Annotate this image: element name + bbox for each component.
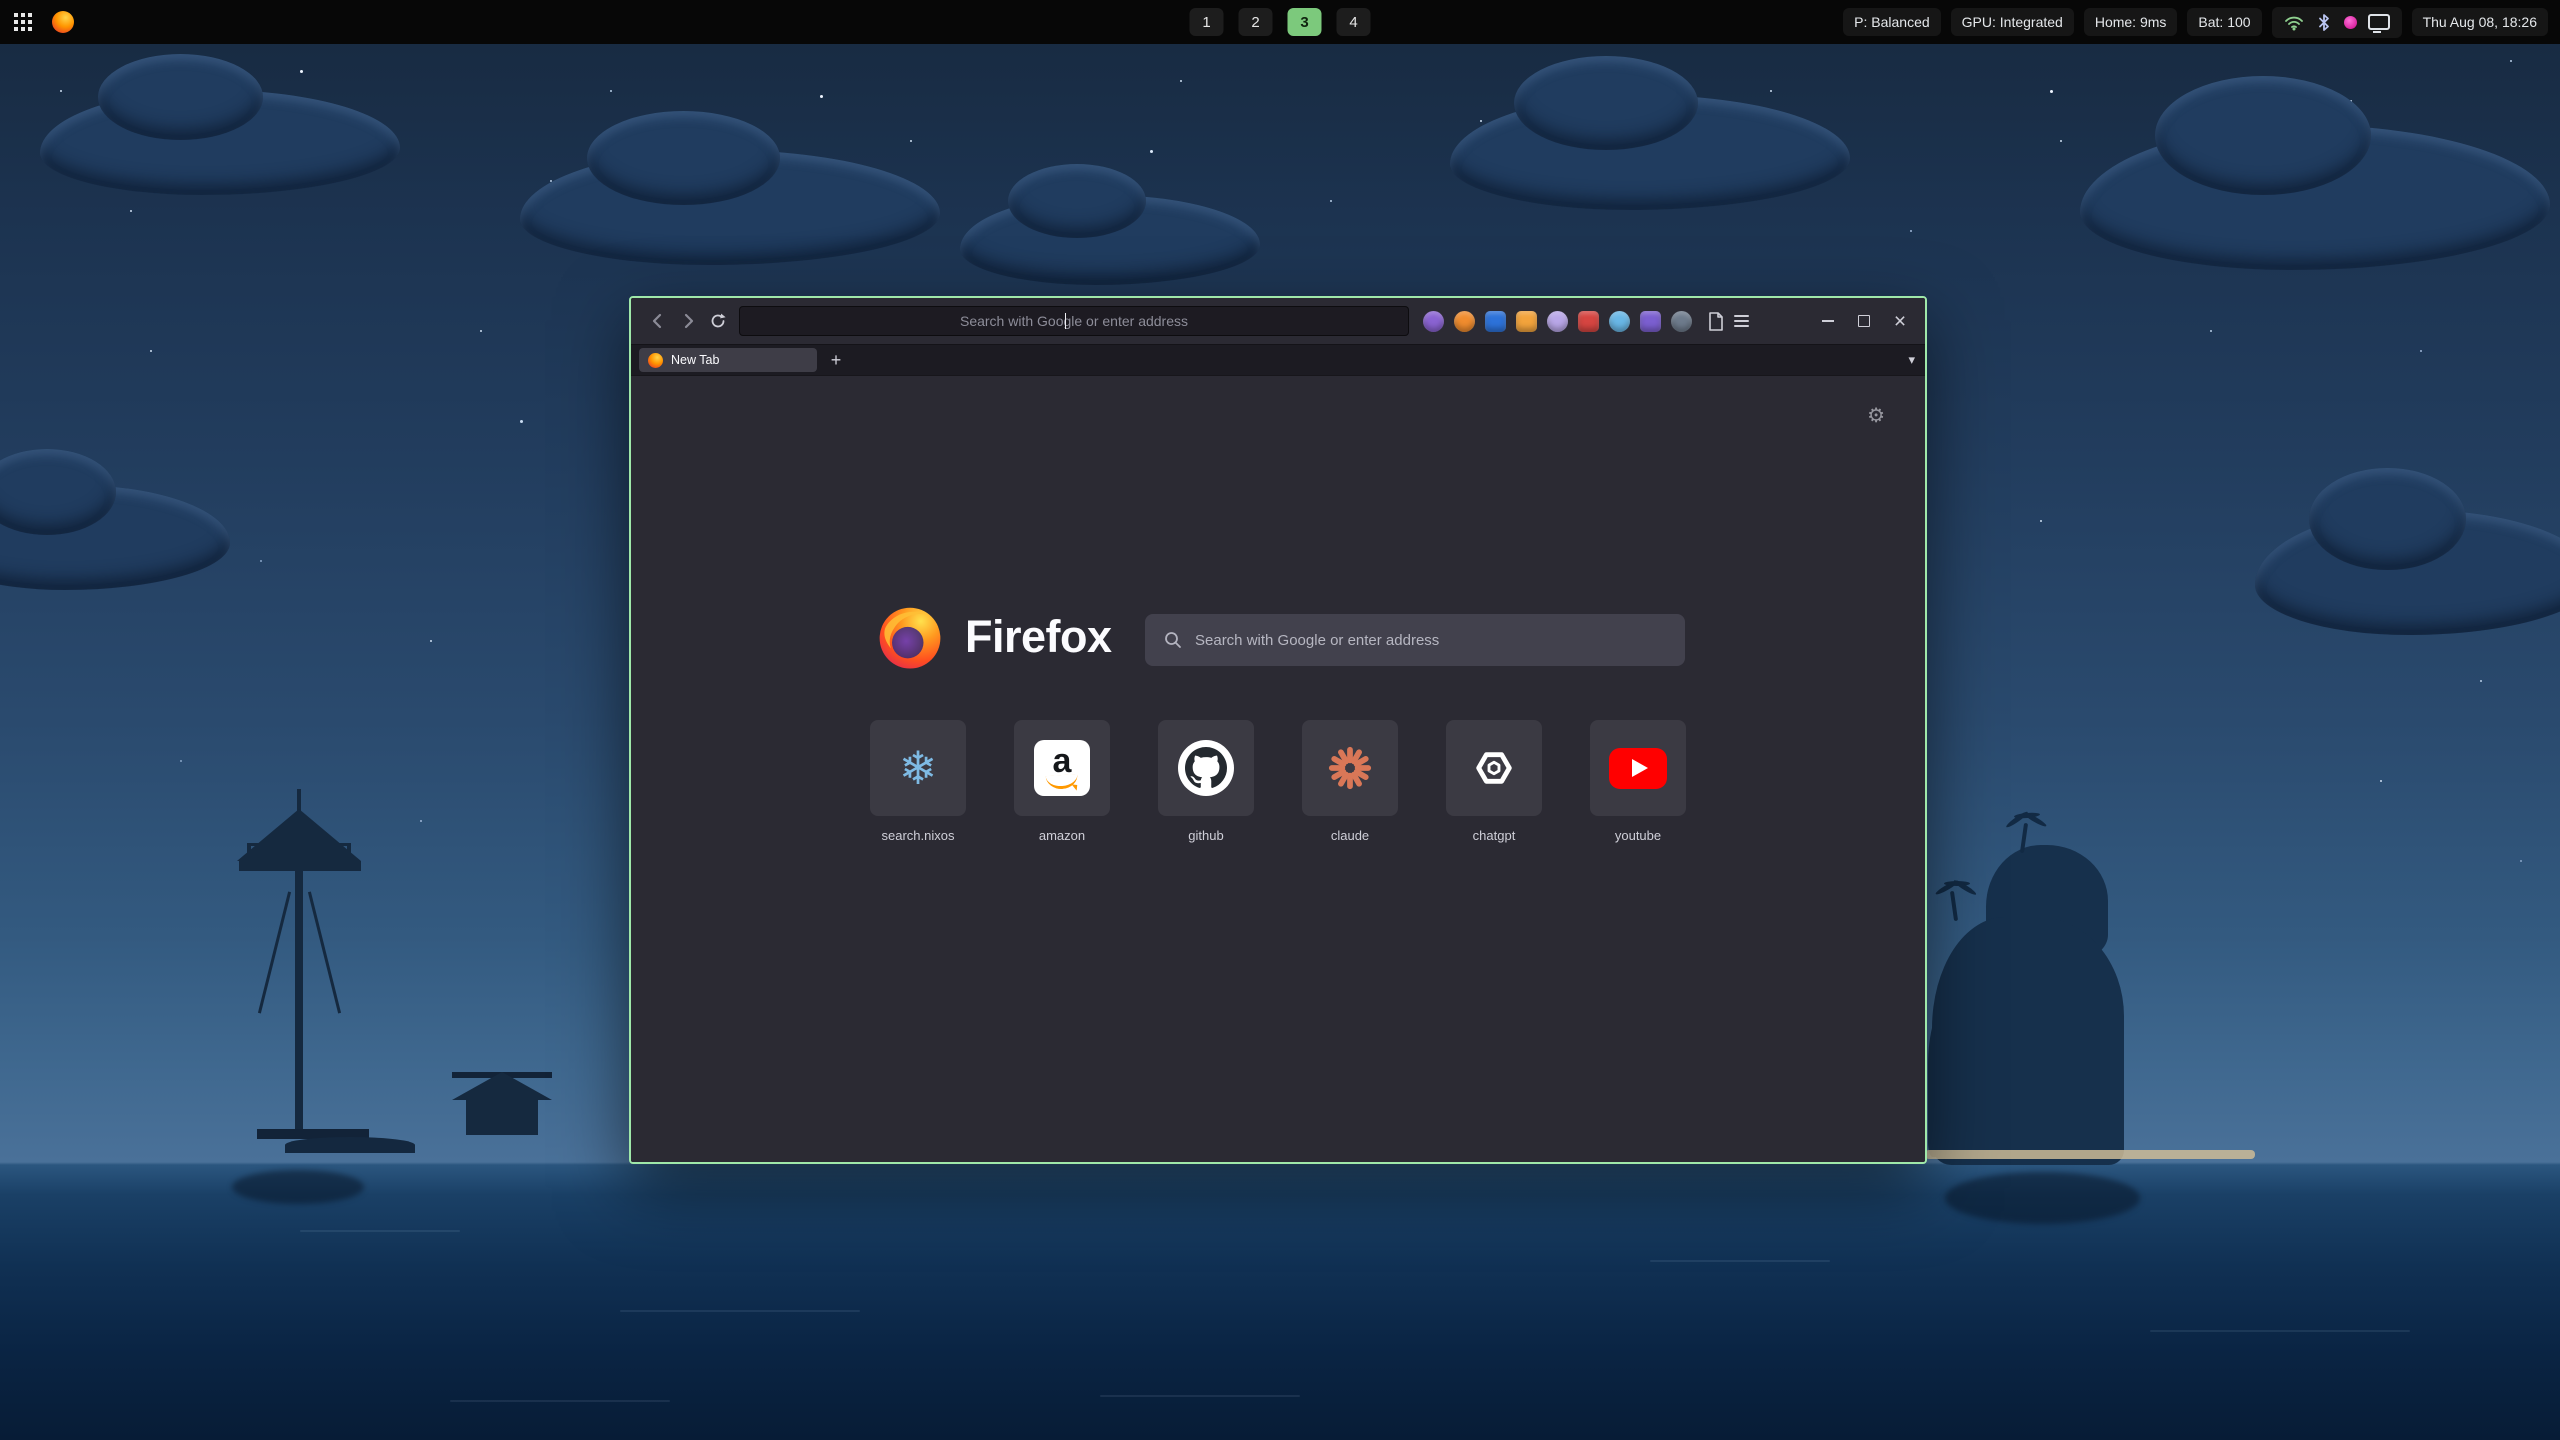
- shortcut-amazon[interactable]: a amazon: [1014, 720, 1110, 843]
- github-icon: [1178, 740, 1234, 796]
- purple-extension-icon[interactable]: [1640, 311, 1661, 332]
- menu-button[interactable]: [1728, 308, 1754, 334]
- youtube-icon: [1609, 748, 1667, 789]
- reload-button[interactable]: [703, 306, 733, 336]
- search-placeholder: Search with Google or enter address: [1195, 632, 1439, 649]
- chatgpt-icon: [1471, 745, 1517, 791]
- close-button[interactable]: [1887, 308, 1913, 334]
- gpu-status: GPU: Integrated: [1951, 8, 2074, 36]
- firefox-launcher-icon[interactable]: [52, 11, 74, 33]
- nixos-snowflake-icon: [899, 745, 938, 791]
- page-actions-button[interactable]: [1702, 308, 1728, 334]
- cloud: [960, 195, 1260, 285]
- page-icon: [1706, 311, 1725, 332]
- latency-status: Home: 9ms: [2084, 8, 2178, 36]
- power-profile-status: P: Balanced: [1843, 8, 1941, 36]
- shortcut-label: amazon: [1039, 828, 1085, 843]
- shortcut-label: claude: [1331, 828, 1369, 843]
- lavender-extension-icon[interactable]: [1547, 311, 1568, 332]
- list-all-tabs-chevron-icon[interactable]: [1908, 345, 1915, 375]
- violet-extension-icon[interactable]: [1423, 311, 1444, 332]
- maximize-button[interactable]: [1851, 308, 1877, 334]
- reload-icon: [709, 312, 727, 330]
- battery-status: Bat: 100: [2187, 8, 2261, 36]
- shortcut-youtube[interactable]: youtube: [1590, 720, 1686, 843]
- newtab-search-input[interactable]: Search with Google or enter address: [1145, 614, 1685, 666]
- claude-icon: [1327, 745, 1373, 791]
- tab-title: New Tab: [671, 353, 719, 367]
- beach-sand: [1925, 1150, 2255, 1159]
- shortcut-label: chatgpt: [1473, 828, 1516, 843]
- cloud: [2255, 510, 2560, 635]
- workspace-button-4[interactable]: 4: [1337, 8, 1371, 36]
- browser-toolbar: Search with Google or enter address: [631, 298, 1925, 344]
- firefox-logo: [874, 601, 946, 673]
- islet-silhouette: [285, 1137, 415, 1153]
- watchtower-silhouette: [215, 795, 390, 1147]
- slate-extension-icon[interactable]: [1671, 311, 1692, 332]
- system-tray: [2272, 7, 2402, 38]
- red-extension-icon[interactable]: [1578, 311, 1599, 332]
- island-silhouette: [1890, 845, 2175, 1165]
- desktop: 1 2 3 4 P: Balanced GPU: Integrated Home…: [0, 0, 2560, 1440]
- shortcut-claude[interactable]: claude: [1302, 720, 1398, 843]
- cloud: [0, 485, 230, 590]
- cloud: [520, 150, 940, 265]
- cloud: [40, 90, 400, 195]
- hut-silhouette: [452, 1072, 552, 1144]
- wifi-icon[interactable]: [2284, 14, 2304, 31]
- bluetooth-icon[interactable]: [2315, 13, 2333, 32]
- workspace-button-2[interactable]: 2: [1239, 8, 1273, 36]
- amber-extension-icon[interactable]: [1516, 311, 1537, 332]
- water-reflection: [1945, 1172, 2140, 1224]
- shortcut-chatgpt[interactable]: chatgpt: [1446, 720, 1542, 843]
- back-button[interactable]: [643, 306, 673, 336]
- forward-icon: [678, 311, 698, 331]
- hamburger-icon: [1734, 320, 1749, 322]
- sky-extension-icon[interactable]: [1609, 311, 1630, 332]
- text-caret: [1065, 313, 1067, 329]
- water-reflection: [232, 1170, 364, 1204]
- cloud: [2080, 125, 2550, 270]
- new-tab-button[interactable]: [823, 348, 849, 372]
- search-icon: [1163, 630, 1183, 650]
- new-tab-page: Firefox Search with Google or enter addr…: [631, 375, 1925, 1163]
- back-icon: [648, 311, 668, 331]
- clock: Thu Aug 08, 18:26: [2412, 8, 2548, 36]
- minimize-button[interactable]: [1815, 308, 1841, 334]
- window-controls: [1815, 308, 1913, 334]
- amazon-icon: a: [1034, 740, 1090, 796]
- tab-bar: New Tab: [631, 344, 1925, 375]
- shortcut-label: search.nixos: [882, 828, 955, 843]
- shortcut-label: youtube: [1615, 828, 1661, 843]
- workspace-button-1[interactable]: 1: [1190, 8, 1224, 36]
- workspace-switcher: 1 2 3 4: [1190, 8, 1371, 36]
- tab-new-tab[interactable]: New Tab: [639, 348, 817, 372]
- forward-button[interactable]: [673, 306, 703, 336]
- settings-gear-icon[interactable]: [1867, 406, 1885, 426]
- shortcut-tiles: search.nixos a amazon: [631, 720, 1925, 843]
- url-bar[interactable]: Search with Google or enter address: [739, 306, 1409, 336]
- url-bar-placeholder: Search with Google or enter address: [739, 306, 1409, 336]
- firefox-window: Search with Google or enter address: [629, 296, 1927, 1164]
- status-bar: 1 2 3 4 P: Balanced GPU: Integrated Home…: [0, 0, 2560, 44]
- tab-favicon-firefox-icon: [648, 353, 663, 368]
- cloud: [1450, 95, 1850, 210]
- firefox-wordmark: Firefox: [965, 601, 1112, 673]
- display-icon[interactable]: [2368, 14, 2390, 30]
- orange-extension-icon[interactable]: [1454, 311, 1475, 332]
- hotspot-icon[interactable]: [2344, 16, 2357, 29]
- shortcut-label: github: [1188, 828, 1223, 843]
- shortcut-github[interactable]: github: [1158, 720, 1254, 843]
- shortcut-search-nixos[interactable]: search.nixos: [870, 720, 966, 843]
- app-grid-icon[interactable]: [14, 13, 32, 31]
- workspace-button-3-active[interactable]: 3: [1288, 8, 1322, 36]
- blue-extension-icon[interactable]: [1485, 311, 1506, 332]
